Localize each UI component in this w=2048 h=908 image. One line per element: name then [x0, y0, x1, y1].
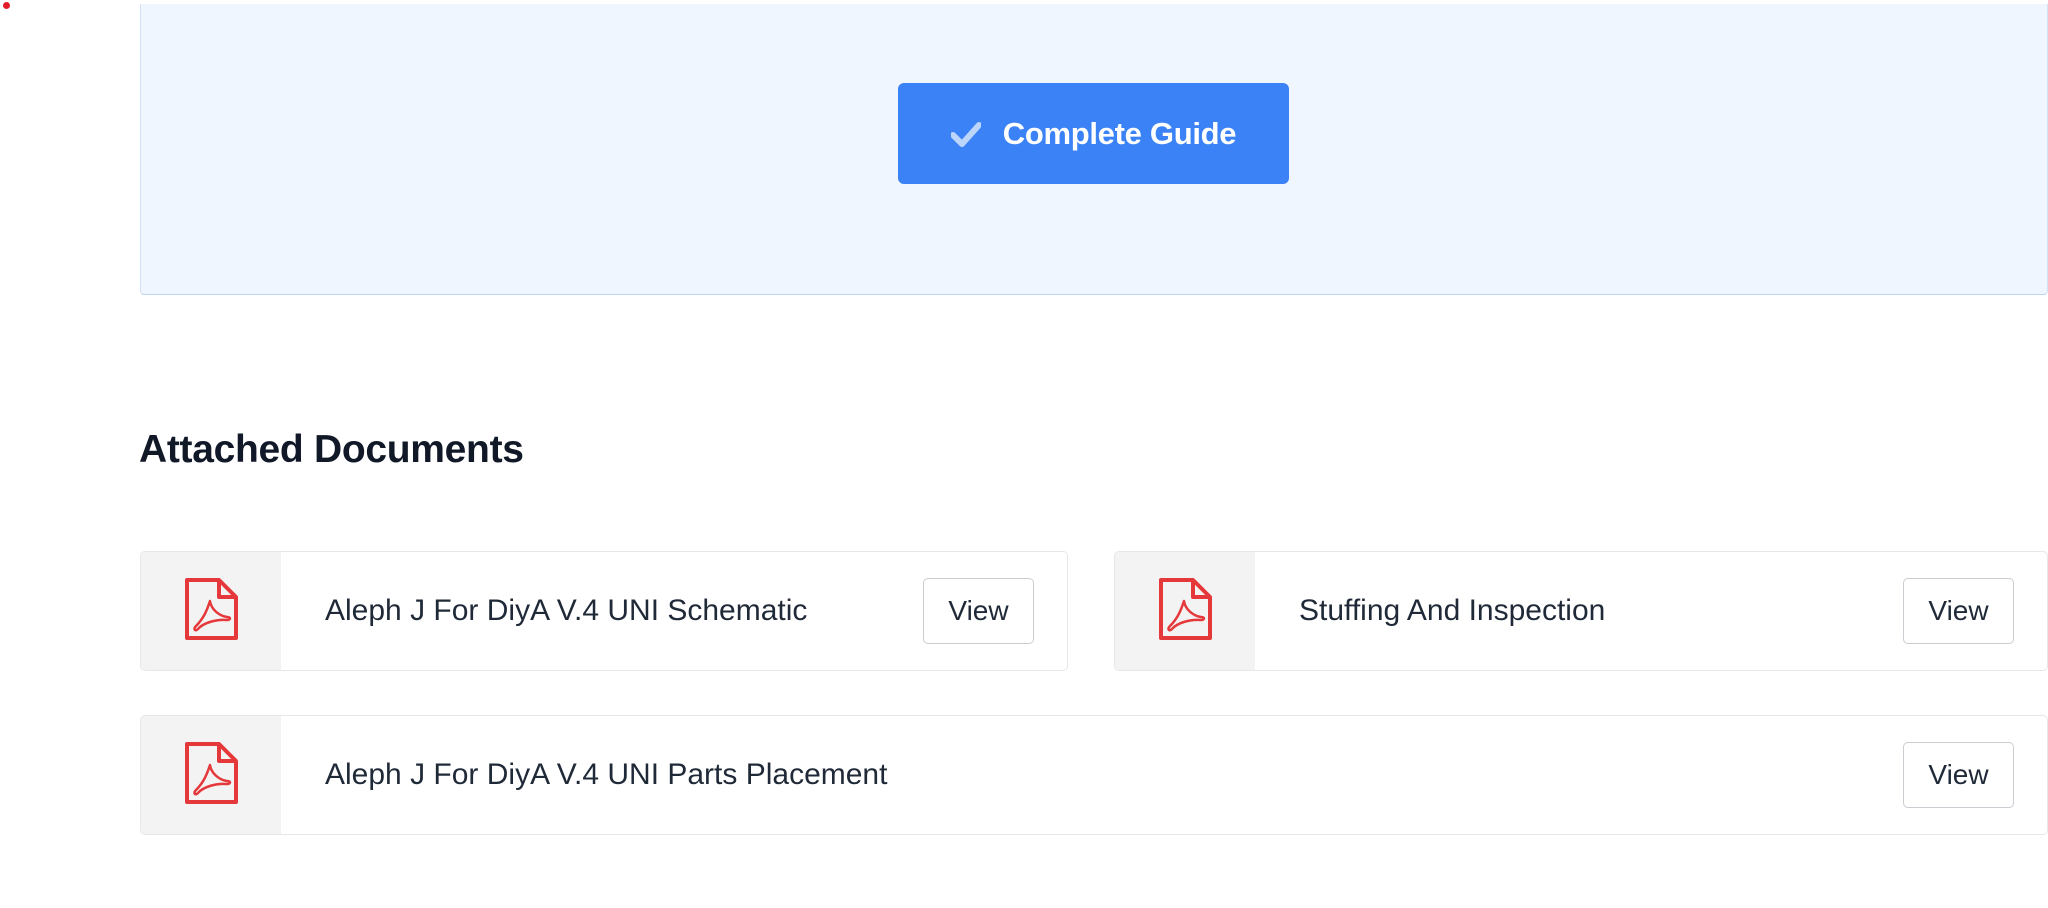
view-document-button[interactable]: View	[1903, 578, 2014, 644]
document-card: Stuffing And Inspection View	[1114, 551, 2048, 671]
complete-guide-panel: Complete Guide	[140, 4, 2048, 295]
view-document-button[interactable]: View	[923, 578, 1034, 644]
document-card: Aleph J For DiyA V.4 UNI Schematic View	[140, 551, 1068, 671]
pdf-file-icon-cell	[141, 552, 281, 670]
pdf-file-icon-cell	[141, 716, 281, 834]
check-icon	[950, 119, 981, 149]
pdf-file-icon	[1157, 577, 1213, 646]
pdf-file-icon	[183, 741, 239, 810]
attached-documents-title: Attached Documents	[139, 428, 524, 471]
document-card: Aleph J For DiyA V.4 UNI Parts Placement…	[140, 715, 2048, 835]
complete-guide-button[interactable]: Complete Guide	[898, 83, 1289, 184]
document-name[interactable]: Stuffing And Inspection	[1255, 594, 1903, 628]
indicator-dot	[3, 2, 10, 9]
pdf-file-icon	[183, 577, 239, 646]
complete-guide-label: Complete Guide	[1002, 115, 1237, 151]
document-name[interactable]: Aleph J For DiyA V.4 UNI Parts Placement	[281, 758, 1903, 792]
document-name[interactable]: Aleph J For DiyA V.4 UNI Schematic	[281, 594, 923, 628]
pdf-file-icon-cell	[1115, 552, 1255, 670]
page: Complete Guide Attached Documents Aleph …	[0, 0, 2048, 908]
view-document-button[interactable]: View	[1903, 742, 2014, 808]
